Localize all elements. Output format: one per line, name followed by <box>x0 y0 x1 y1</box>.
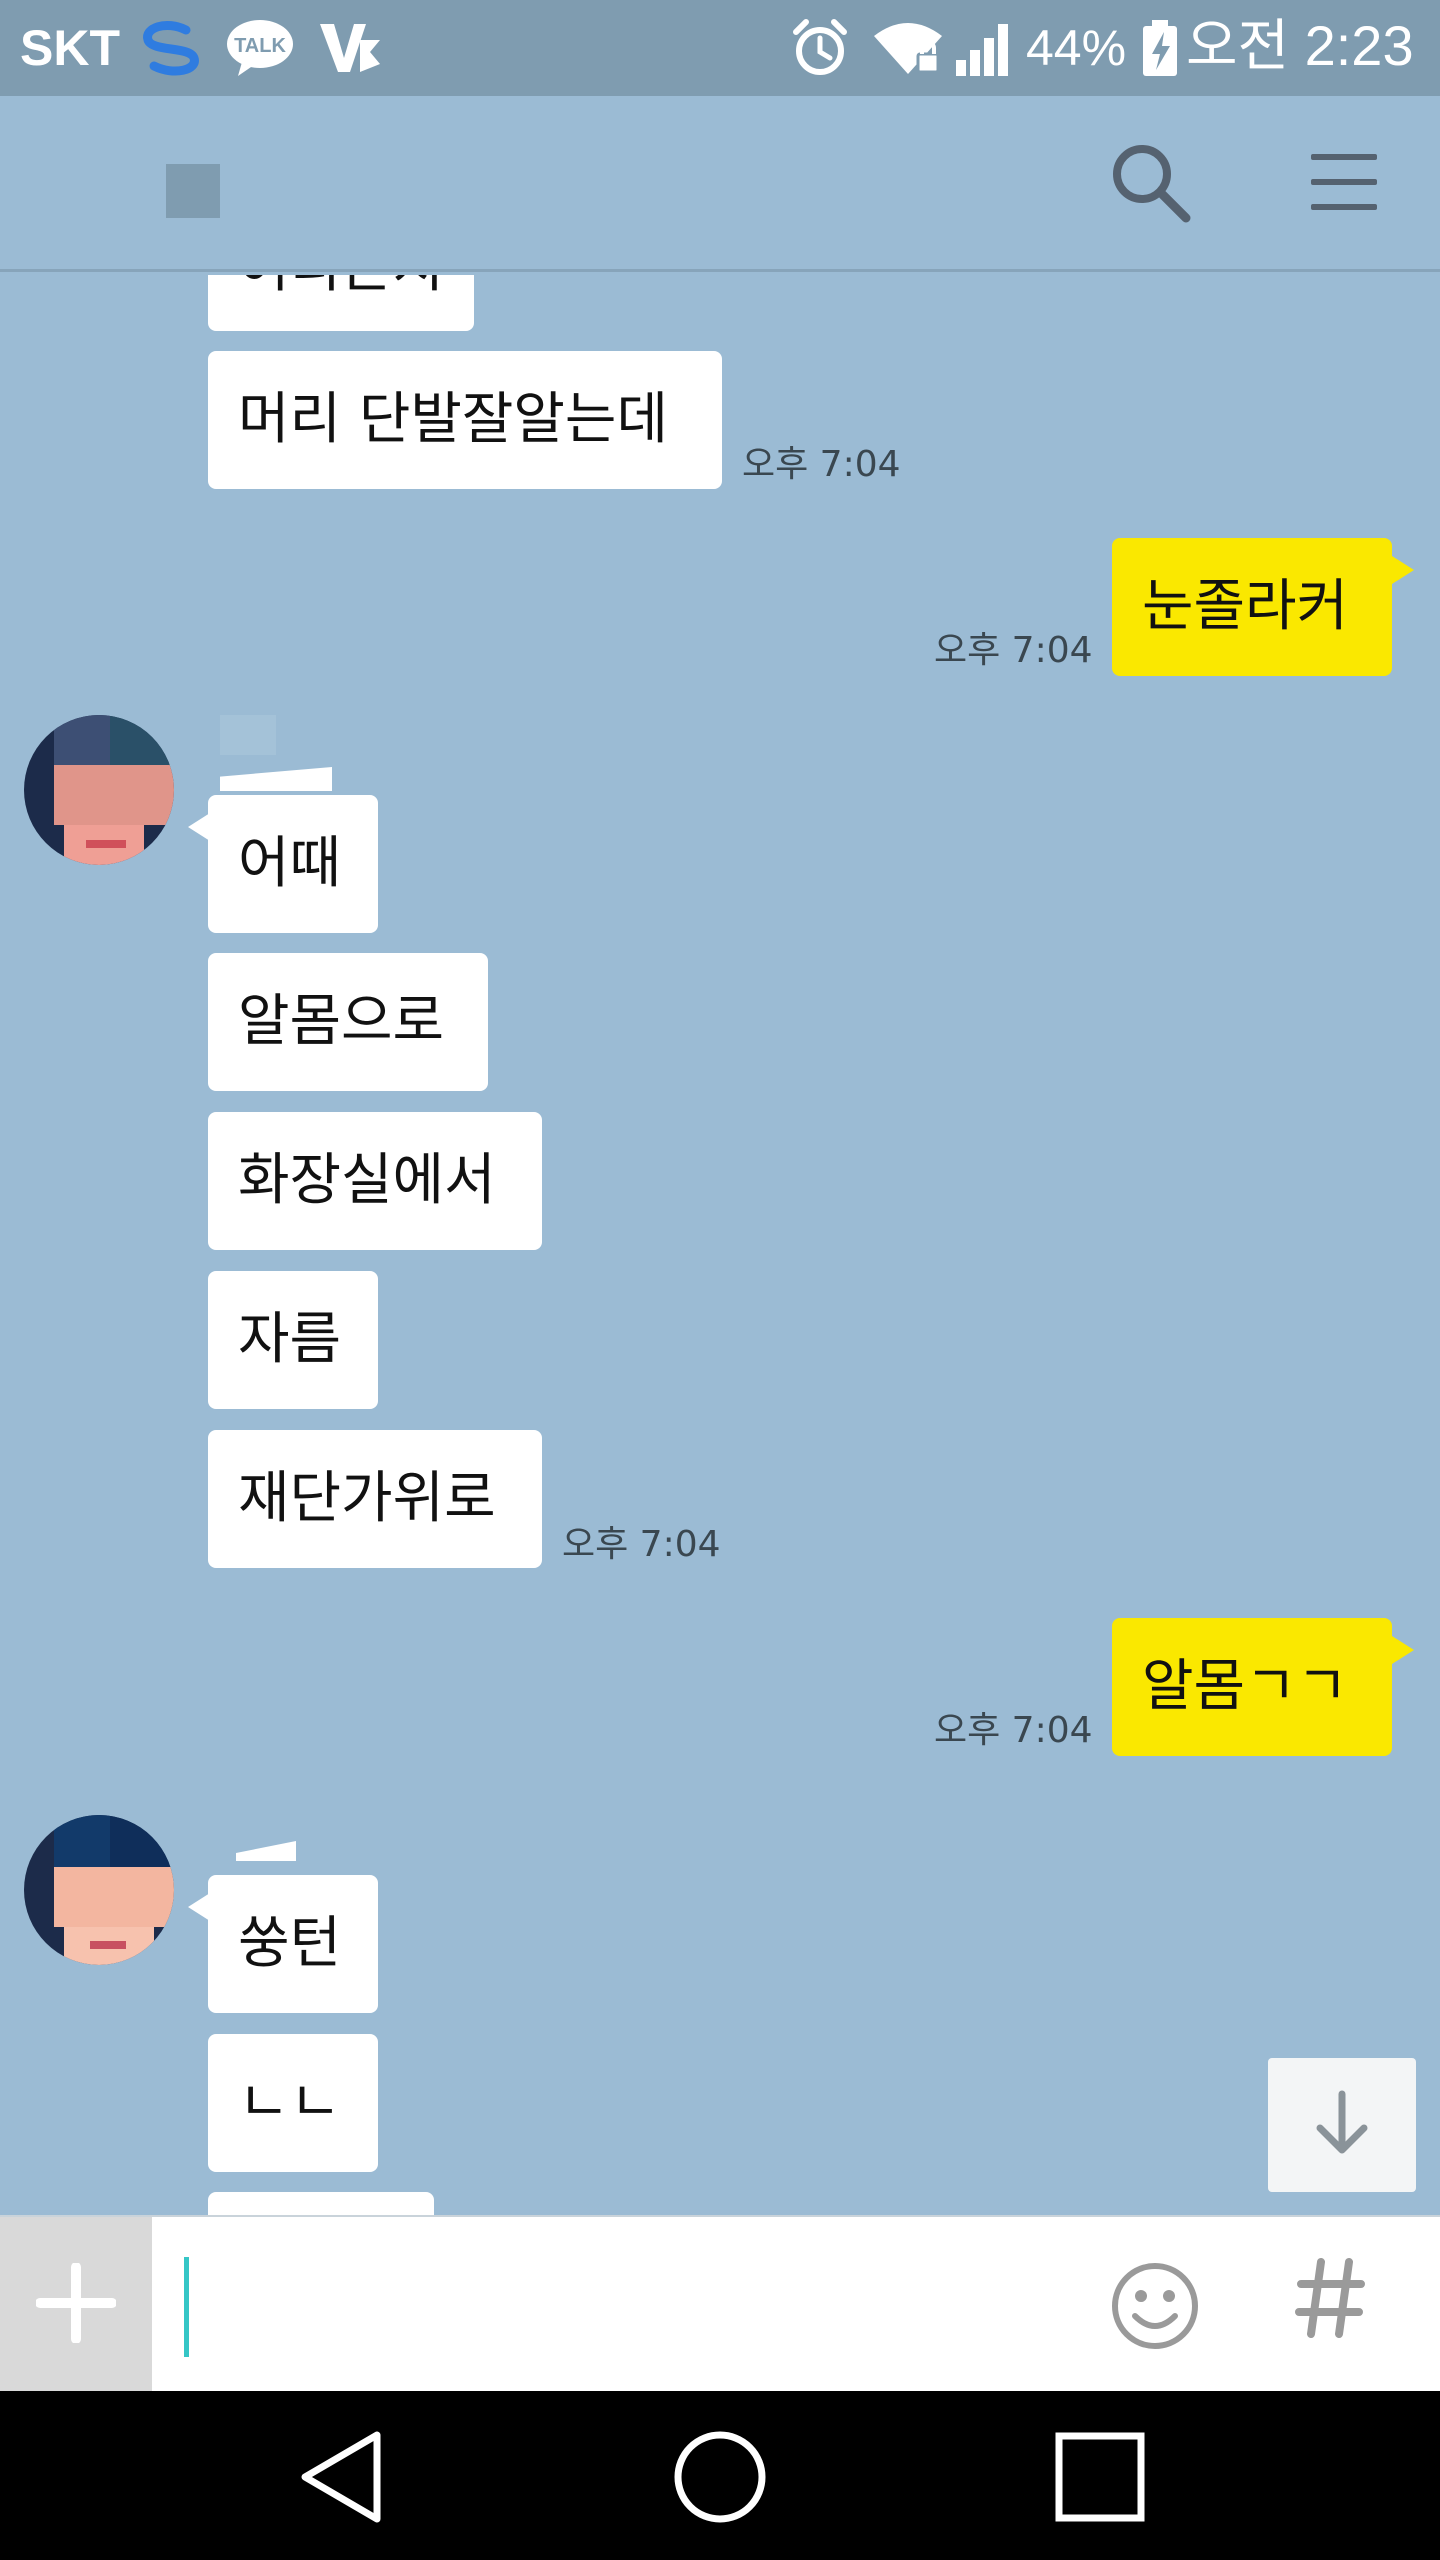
my-message-bubble[interactable]: 알몸ㄱㄱ <box>1112 1618 1414 1756</box>
alarm-icon <box>790 18 850 78</box>
message-text: 화장실에서 <box>238 1148 496 1213</box>
message-bubble[interactable]: 알몸으로 <box>208 953 488 1091</box>
sender-name-redacted <box>220 767 332 791</box>
message-text: 어디든지 <box>238 275 444 300</box>
carrier-label: SKT <box>20 20 120 76</box>
home-icon <box>672 2429 768 2529</box>
emoticon-button[interactable] <box>1100 2253 1210 2363</box>
status-bar: SKT TALK 44% 오전 2:23 <box>0 0 1440 96</box>
search-icon <box>1108 140 1192 228</box>
message-text: 눈졸라커 <box>1142 574 1349 639</box>
message-bubble[interactable]: 자름 <box>208 1271 378 1409</box>
my-message-bubble[interactable]: 눈졸라커 <box>1112 538 1414 676</box>
recents-icon <box>1055 2432 1145 2526</box>
scroll-down-arrow-icon <box>1312 2088 1372 2162</box>
chat-title-redacted <box>166 164 220 218</box>
search-button[interactable] <box>1102 136 1198 232</box>
battery-charging-icon <box>1140 18 1180 78</box>
message-text: 어때 <box>238 831 342 896</box>
message-input[interactable] <box>152 2217 1072 2393</box>
message-text: 알몸ㄱㄱ <box>1142 1654 1349 1719</box>
message-time: 오후 7:04 <box>562 1524 721 1565</box>
message-text: 알몸으로 <box>238 989 445 1054</box>
message-bubble-partial[interactable] <box>208 2192 434 2215</box>
message-text: 재단가위로 <box>238 1466 496 1531</box>
back-icon <box>295 2427 385 2531</box>
v3-app-icon <box>316 18 384 78</box>
text-caret <box>184 2257 189 2357</box>
sender-name-redacted <box>220 715 276 755</box>
battery-percent: 44% <box>1026 20 1127 76</box>
message-text: ㄴㄴ <box>238 2070 342 2135</box>
wifi-icon <box>872 18 944 78</box>
samsung-pay-icon <box>136 18 206 78</box>
menu-icon <box>1309 150 1379 218</box>
hash-icon <box>1295 2256 1365 2359</box>
chat-header <box>0 96 1440 272</box>
chat-message-list[interactable]: 어디든지 머리 단발잘알는데 오후 7:04 눈졸라커 오후 7:04 어때 알… <box>0 275 1440 2215</box>
home-button[interactable] <box>660 2419 780 2539</box>
talk-badge-text: TALK <box>234 35 286 57</box>
message-time: 오후 7:04 <box>934 1710 1093 1751</box>
message-bubble[interactable]: ㄴㄴ <box>208 2034 378 2172</box>
sender-avatar[interactable] <box>24 1815 174 1965</box>
kakaotalk-notification-icon: TALK <box>224 18 296 78</box>
message-time: 오후 7:04 <box>742 444 901 485</box>
message-bubble[interactable]: 쑹턴 <box>188 1875 378 2013</box>
status-time: 오전 2:23 <box>1186 14 1414 77</box>
attach-button[interactable] <box>0 2217 152 2393</box>
message-text: 쑹턴 <box>238 1911 342 1976</box>
plus-icon <box>35 2262 117 2347</box>
signal-icon <box>954 18 1014 78</box>
message-bubble[interactable]: 어디든지 <box>208 275 475 331</box>
message-input-bar <box>0 2215 1440 2393</box>
android-navigation-bar <box>0 2391 1440 2560</box>
hashtag-search-button[interactable] <box>1270 2247 1390 2367</box>
message-bubble[interactable]: 재단가위로 <box>208 1430 542 1568</box>
message-bubble[interactable]: 화장실에서 <box>208 1112 542 1250</box>
message-time: 오후 7:04 <box>934 630 1093 671</box>
message-text: 머리 단발잘알는데 <box>238 387 668 452</box>
scroll-to-bottom-button[interactable] <box>1268 2058 1416 2192</box>
message-bubble[interactable]: 머리 단발잘알는데 <box>208 351 722 489</box>
recents-button[interactable] <box>1040 2419 1160 2539</box>
message-bubble[interactable]: 어때 <box>188 795 378 933</box>
emoji-icon <box>1109 2260 1201 2356</box>
message-text: 자름 <box>238 1307 342 1372</box>
sender-name-redacted <box>236 1841 296 1861</box>
menu-button[interactable] <box>1296 136 1392 232</box>
back-button[interactable] <box>280 2419 400 2539</box>
sender-avatar[interactable] <box>24 715 174 865</box>
